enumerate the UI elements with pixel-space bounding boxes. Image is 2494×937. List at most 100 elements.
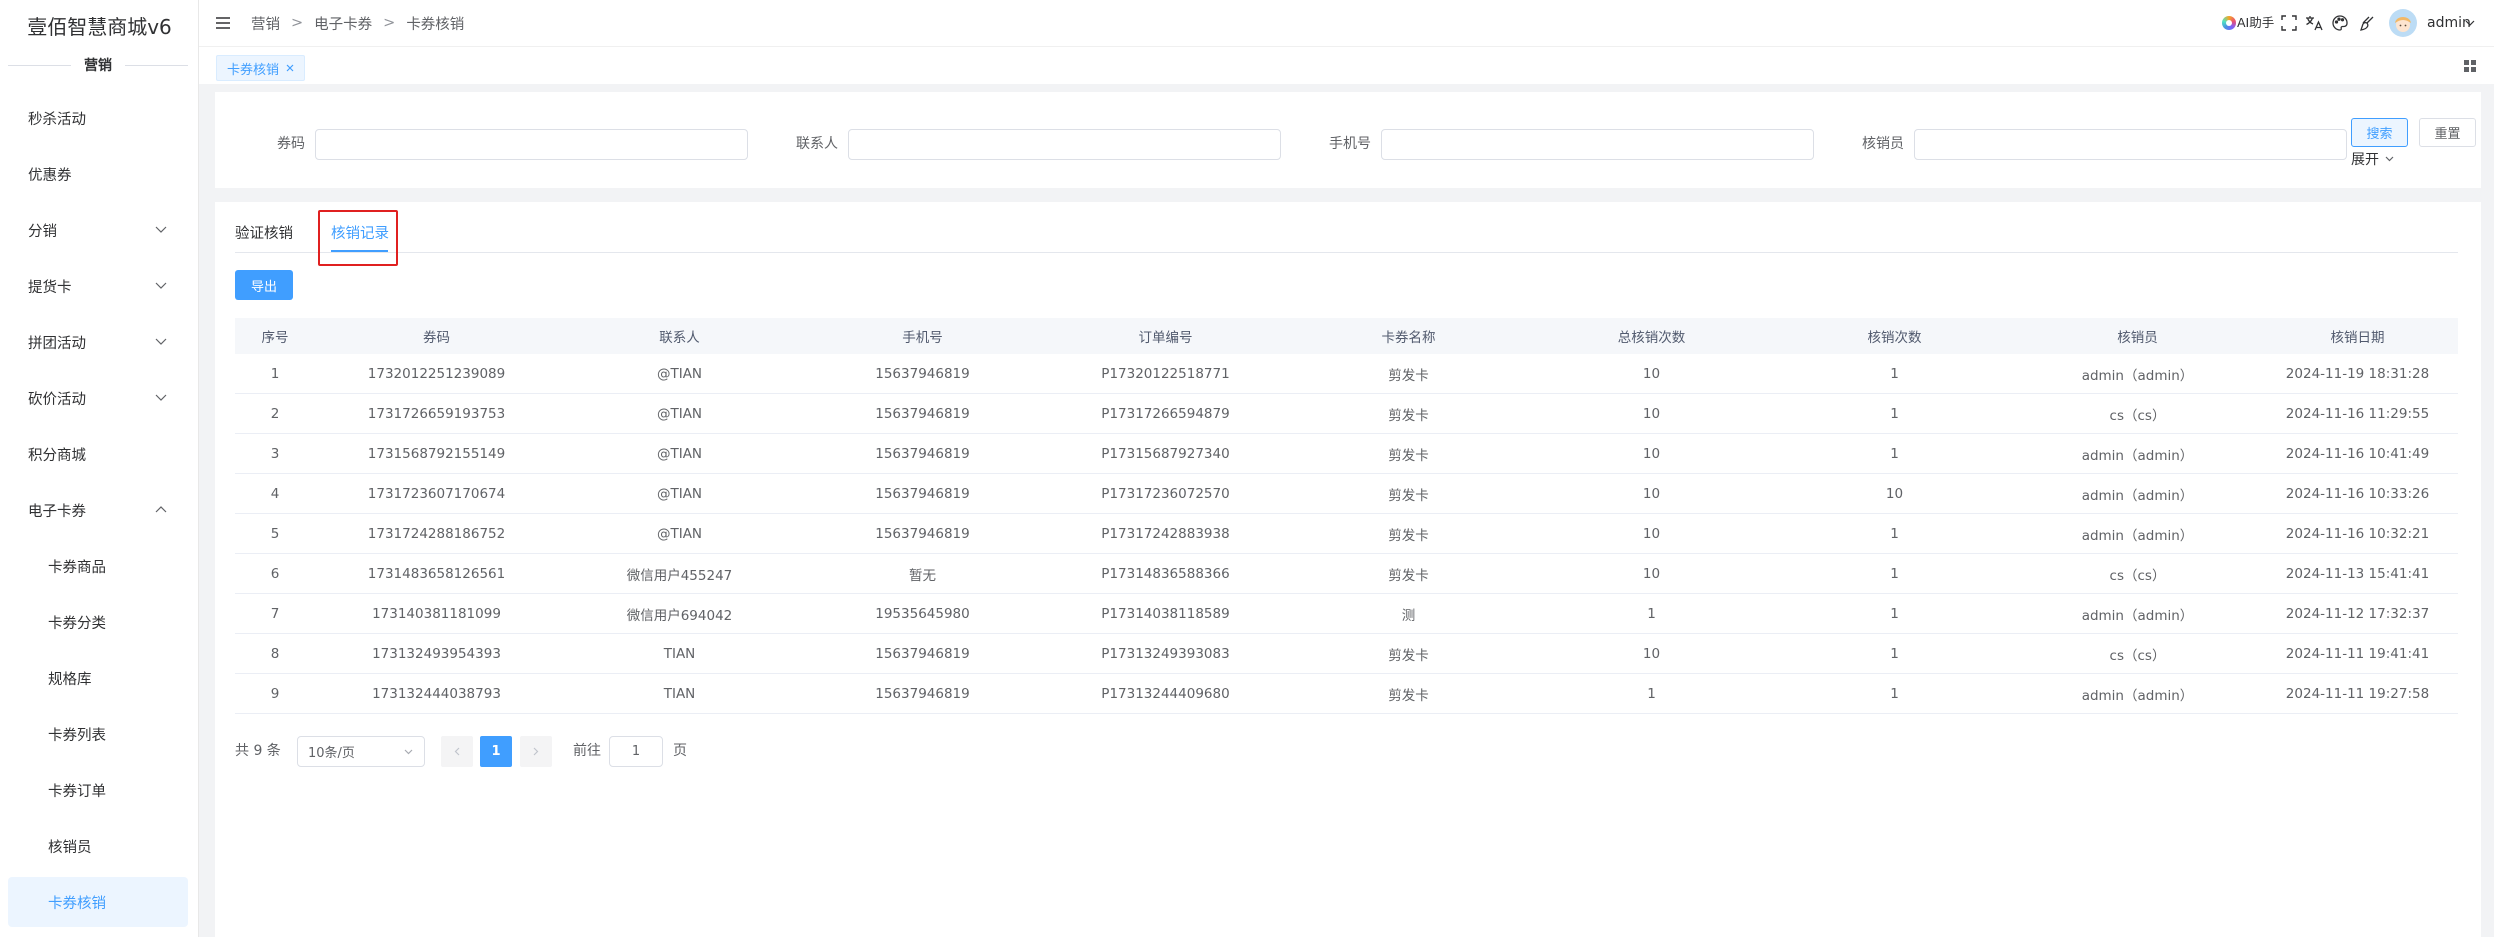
sidebar-item[interactable]: 优惠券 [0, 146, 199, 202]
cell-operator: admin（admin） [2081, 687, 2194, 704]
cell-phone: 15637946819 [875, 405, 970, 422]
tab-verify[interactable]: 验证核销 [235, 222, 293, 246]
avatar[interactable] [2389, 9, 2417, 37]
expand-toggle[interactable]: 展开 [2351, 149, 2394, 169]
cell-phone: 19535645980 [875, 605, 970, 622]
export-button[interactable]: 导出 [235, 270, 293, 300]
coupon-code-input[interactable] [315, 129, 748, 160]
prev-page-button[interactable] [441, 736, 473, 767]
cell-order-number: P17313244409680 [1101, 685, 1230, 702]
sidebar-subitem[interactable]: 规格库 [0, 650, 199, 706]
table-row: 7 173140381181099 微信用户694042 19535645980 P17… [235, 594, 2458, 634]
cell-total-redeem-count: 10 [1642, 645, 1661, 662]
cell-redeem-count: 1 [1890, 685, 1899, 702]
top-header: 营销 > 电子卡券 > 卡券核销 AI助手 admin [199, 0, 2494, 46]
sidebar-item-label: 分销 [28, 223, 57, 240]
table-header-row: 序号 券码 联系人 手机号 订单编号 卡券名称 总核销次数 核销次数 核销员 核销日期 [235, 318, 2458, 354]
page-number-button[interactable]: 1 [480, 736, 512, 767]
cell-row-index: 5 [270, 525, 280, 542]
cell-redeem-date: 2024-11-11 19:27:58 [2285, 685, 2430, 702]
records-table: 序号 券码 联系人 手机号 订单编号 卡券名称 总核销次数 核销次数 核销员 核销日期 1 1732… [235, 318, 2458, 714]
goto-page-input[interactable] [609, 736, 663, 767]
cell-row-index: 1 [270, 365, 280, 382]
table-body: 1 1732012251239089 @TIAN 15637946819 P173201… [235, 354, 2458, 714]
sidebar: 壹佰智慧商城v6 营销 秒杀活动 优惠券 分销 提货卡 拼团活动 砍价活动 积分商城 电子卡券… [0, 0, 199, 937]
table-row: 5 1731724288186752 @TIAN 15637946819 P173172… [235, 514, 2458, 554]
cell-redeem-date: 2024-11-13 15:41:41 [2285, 565, 2430, 582]
sidebar-item[interactable]: 拼团活动 [0, 314, 199, 370]
breadcrumb-separator: > [291, 15, 304, 31]
breadcrumb-current: 卡券核销 [406, 16, 465, 33]
next-page-button[interactable] [520, 736, 552, 767]
sidebar-subitem[interactable]: 卡券列表 [0, 706, 199, 762]
chevron-down-icon [155, 282, 167, 289]
sidebar-subitem[interactable]: 卡券分类 [0, 594, 199, 650]
chevron-down-icon [155, 338, 167, 345]
search-button[interactable]: 搜索 [2351, 118, 2408, 147]
menu-icon[interactable] [216, 17, 230, 29]
table-row: 4 1731723607170674 @TIAN 15637946819 P173172… [235, 474, 2458, 514]
table-row: 2 1731726659193753 @TIAN 15637946819 P173172… [235, 394, 2458, 434]
sidebar-item-label: 砍价活动 [28, 391, 86, 408]
cell-redeem-count: 1 [1890, 445, 1899, 462]
cell-card-name: 剪发卡 [1388, 447, 1429, 464]
sidebar-item-label: 卡券列表 [48, 727, 106, 744]
chevron-up-icon [155, 506, 167, 513]
sidebar-item-label: 优惠券 [28, 167, 72, 184]
tab-card-redeem[interactable]: 卡券核销 [216, 55, 306, 81]
sidebar-item[interactable]: 分销 [0, 202, 199, 258]
contact-input[interactable] [848, 129, 1281, 160]
total-count: 共 9 条 [235, 743, 281, 759]
sidebar-item[interactable]: 提货卡 [0, 258, 199, 314]
sidebar-subitem[interactable]: 卡券商品 [0, 538, 199, 594]
column-header-phone: 手机号 [902, 330, 943, 346]
operator-input[interactable] [1914, 129, 2347, 160]
divider-line [125, 64, 188, 66]
tabs-bar: 卡券核销 [199, 46, 2494, 84]
grid-icon[interactable] [2464, 60, 2476, 72]
sidebar-item-label: 规格库 [48, 671, 92, 688]
cell-contact: @TIAN [656, 445, 703, 462]
cell-total-redeem-count: 10 [1642, 365, 1661, 382]
ai-assistant-icon[interactable] [2222, 16, 2236, 30]
sidebar-item[interactable]: 砍价活动 [0, 370, 199, 426]
cell-row-index: 2 [270, 405, 280, 422]
phone-input[interactable] [1381, 129, 1814, 160]
sidebar-item-label: 积分商城 [28, 447, 86, 464]
cell-row-index: 8 [270, 645, 280, 662]
sidebar-subitem[interactable]: 核销员 [0, 818, 199, 874]
sidebar-item[interactable]: 积分商城 [0, 426, 199, 482]
cell-redeem-count: 10 [1885, 485, 1904, 502]
column-header-order-number: 订单编号 [1138, 330, 1193, 346]
sidebar-item[interactable]: 电子卡券 [0, 482, 199, 538]
expand-label: 展开 [2351, 152, 2379, 168]
reset-button[interactable]: 重置 [2419, 118, 2476, 147]
close-icon[interactable] [286, 64, 294, 72]
cell-row-index: 9 [270, 685, 280, 702]
goto-suffix: 页 [673, 743, 687, 759]
cell-contact: TIAN [663, 685, 696, 702]
cell-order-number: P17313249393083 [1101, 645, 1230, 662]
cell-phone: 15637946819 [875, 365, 970, 382]
fullscreen-icon[interactable] [2281, 15, 2297, 31]
translate-icon[interactable] [2305, 15, 2323, 31]
column-header-row-index: 序号 [261, 330, 289, 346]
cell-coupon-code: 173132493954393 [372, 645, 501, 662]
breadcrumb-separator: > [383, 15, 396, 31]
breadcrumb-item[interactable]: 电子卡券 [314, 13, 372, 34]
cell-total-redeem-count: 10 [1642, 445, 1661, 462]
breadcrumb-item[interactable]: 营销 [251, 13, 280, 34]
cell-contact: @TIAN [656, 485, 703, 502]
page-size-select[interactable]: 10条/页 [297, 736, 425, 767]
cell-order-number: P17317266594879 [1101, 405, 1230, 422]
sidebar-subitem[interactable]: 卡券订单 [0, 762, 199, 818]
brush-icon[interactable] [2359, 15, 2375, 31]
chevron-down-icon[interactable] [2465, 20, 2475, 26]
cell-contact: @TIAN [656, 405, 703, 422]
cell-operator: admin（admin） [2081, 487, 2194, 504]
ai-assistant-label[interactable]: AI助手 [2237, 0, 2274, 46]
palette-icon[interactable] [2332, 15, 2348, 31]
sidebar-item[interactable]: 秒杀活动 [0, 90, 199, 146]
cell-contact: @TIAN [656, 365, 703, 382]
sidebar-subitem[interactable]: 卡券核销 [8, 877, 188, 927]
